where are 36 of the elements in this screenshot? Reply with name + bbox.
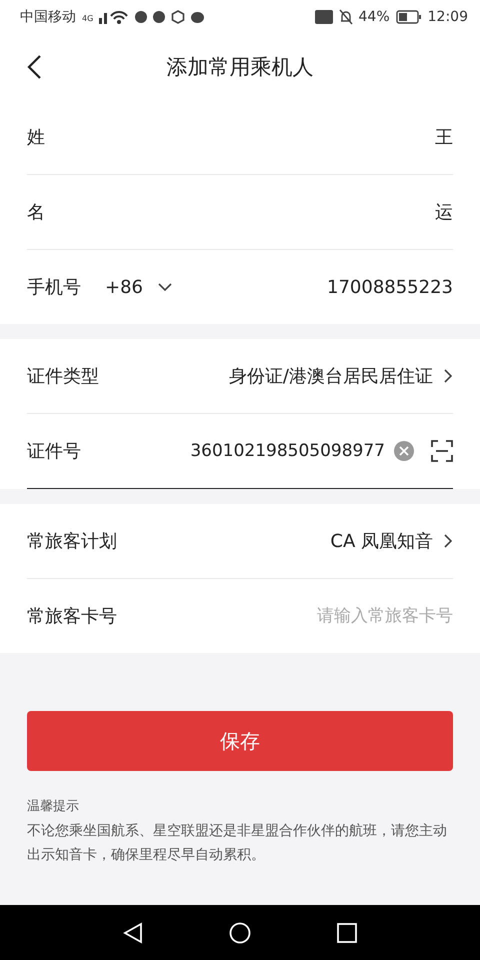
clock-time: 12:09 xyxy=(428,9,468,25)
select-value[interactable]: 身份证/港澳台居民居住证 xyxy=(228,364,433,388)
network-type: 4G xyxy=(82,14,94,23)
input-field[interactable]: 360102198505098977 xyxy=(81,441,385,461)
battery-percent: 44% xyxy=(358,9,390,25)
hd-icon xyxy=(314,10,333,24)
field-label: 常旅客计划 xyxy=(27,530,117,553)
chevron-right-icon xyxy=(443,368,453,384)
field-value: 王 xyxy=(435,126,453,149)
field-label: 名 xyxy=(27,201,45,224)
field-label: 手机号 xyxy=(27,276,81,299)
field-label: 常旅客卡号 xyxy=(27,605,117,628)
signal-icon xyxy=(99,10,130,24)
chevron-down-icon xyxy=(157,282,173,292)
country-code[interactable]: +86 xyxy=(105,276,143,298)
save-button[interactable]: 保存 xyxy=(27,711,453,771)
carrier-name: 中国移动 xyxy=(20,8,76,26)
select-value[interactable]: CA 凤凰知音 xyxy=(330,529,433,553)
recent-apps-icon[interactable] xyxy=(337,922,357,942)
tips-text: 不论您乘坐国航系、星空联盟还是非星盟合作伙伴的航班，请您主动出示知音卡，确保里程尽早自动累积。 xyxy=(27,822,448,865)
page-title: 添加常用乘机人 xyxy=(166,54,314,81)
mute-bell-icon xyxy=(338,9,353,25)
field-label: 证件类型 xyxy=(27,365,99,388)
field-label: 姓 xyxy=(27,126,45,149)
battery-icon xyxy=(396,10,422,24)
tips-title: 温馨提示 xyxy=(27,798,80,815)
back-icon[interactable] xyxy=(26,54,42,80)
chevron-right-icon xyxy=(443,533,453,549)
field-value: 17008855223 xyxy=(327,276,453,298)
input-field[interactable]: 请输入常旅客卡号 xyxy=(117,606,453,626)
field-value: 运 xyxy=(435,201,453,224)
home-icon[interactable] xyxy=(229,922,251,944)
field-label: 证件号 xyxy=(27,440,81,463)
hexagon-icon xyxy=(171,10,186,24)
scan-icon[interactable] xyxy=(431,440,453,462)
clear-icon[interactable] xyxy=(393,440,415,462)
